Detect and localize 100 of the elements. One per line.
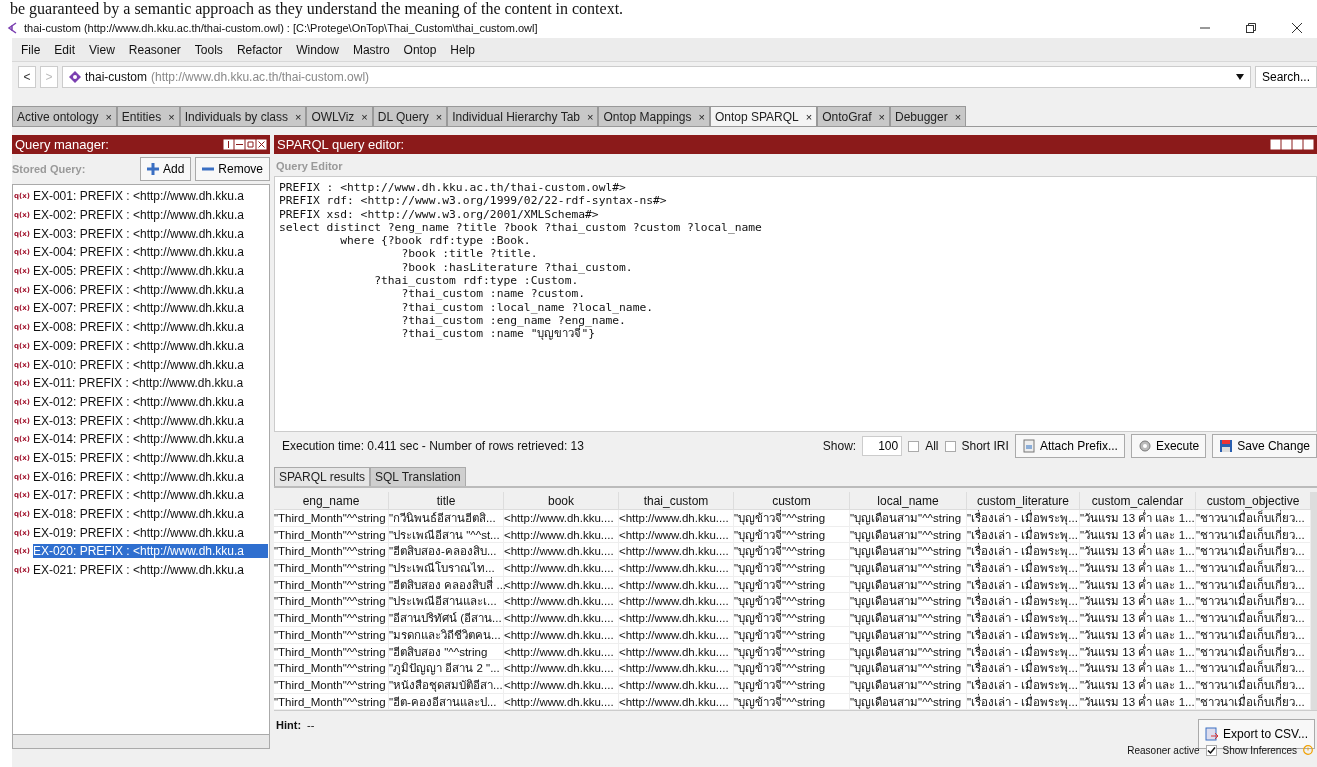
tab[interactable]: Entities ×	[116, 106, 180, 126]
query-item[interactable]: EX-014: PREFIX : <http://www.dh.kku.a	[32, 432, 268, 447]
toolbar-button[interactable]: Save Change	[1212, 434, 1317, 458]
table-cell: "บุญเดือนสาม"^^string	[850, 693, 967, 711]
menu-item[interactable]: Ontop	[396, 42, 444, 57]
toolbar-button[interactable]: Attach Prefix...	[1014, 434, 1125, 458]
query-item[interactable]: EX-018: PREFIX : <http://www.dh.kku.a	[32, 507, 268, 522]
column-header[interactable]: title	[389, 492, 504, 510]
menu-item[interactable]: Window	[289, 42, 346, 57]
menu-item[interactable]: View	[82, 42, 122, 57]
all-checkbox[interactable]	[908, 440, 920, 452]
tab[interactable]: OntoGraf ×	[817, 106, 890, 126]
query-item[interactable]: EX-019: PREFIX : <http://www.dh.kku.a	[32, 525, 268, 540]
app-logo-icon	[6, 22, 18, 34]
short-iri-checkbox[interactable]	[944, 440, 956, 452]
table-cell: "เรื่องเล่า - เมื่อพระพุ...	[967, 560, 1080, 577]
table-cell: "ชาวนาเมื่อเก็บเกี่ยว...	[1196, 626, 1311, 644]
query-item[interactable]: EX-012: PREFIX : <http://www.dh.kku.a	[32, 394, 268, 409]
table-cell: "วันแรม 13 ค่ำ และ 1...	[1080, 576, 1196, 594]
table-cell: "Third_Month"^^string	[274, 643, 389, 661]
table-cell: <http://www.dh.kku....	[504, 660, 619, 677]
short-iri-label: Short IRI	[961, 439, 1009, 453]
query-item[interactable]: EX-006: PREFIX : <http://www.dh.kku.a	[32, 282, 268, 297]
table-cell: <http://www.dh.kku....	[619, 576, 734, 594]
query-item[interactable]: EX-017: PREFIX : <http://www.dh.kku.a	[32, 488, 268, 503]
menu-item[interactable]: Refactor	[229, 42, 290, 57]
back-button[interactable]: <	[18, 66, 36, 88]
table-cell: "บุญเดือนสาม"^^string	[850, 676, 967, 694]
query-item[interactable]: EX-010: PREFIX : <http://www.dh.kku.a	[32, 357, 268, 372]
query-item[interactable]: EX-011: PREFIX : <http://www.dh.kku.a	[32, 376, 268, 391]
tab[interactable]: DL Query ×	[372, 106, 448, 126]
toolbar-button[interactable]: Execute	[1130, 434, 1207, 458]
table-cell: <http://www.dh.kku....	[504, 510, 619, 527]
panel-controls-icon	[223, 138, 267, 151]
tab[interactable]: Ontop Mappings ×	[598, 106, 710, 126]
tab[interactable]: Debugger ×	[890, 106, 967, 126]
result-tab[interactable]: SPARQL results	[274, 467, 371, 486]
query-item[interactable]: EX-001: PREFIX : <http://www.dh.kku.a	[32, 189, 268, 204]
scrollbar[interactable]	[12, 735, 270, 749]
column-header[interactable]: book	[504, 492, 619, 510]
remove-button[interactable]: Remove	[195, 157, 270, 181]
tab[interactable]: Active ontology ×	[12, 106, 117, 126]
column-header[interactable]: custom_calendar	[1080, 492, 1196, 510]
ontology-selector[interactable]: thai-custom (http://www.dh.kku.ac.th/thai-custom.owl)	[62, 66, 1251, 88]
search-button[interactable]: Search...	[1254, 66, 1317, 88]
show-inferences-checkbox[interactable]	[1205, 744, 1217, 756]
tab[interactable]: Ontop SPARQL ×	[709, 106, 818, 126]
menu-item[interactable]: Tools	[187, 42, 230, 57]
query-item[interactable]: EX-003: PREFIX : <http://www.dh.kku.a	[32, 226, 268, 241]
table-cell: "Third_Month"^^string	[274, 660, 389, 677]
add-button[interactable]: Add	[139, 157, 192, 181]
query-item[interactable]: EX-013: PREFIX : <http://www.dh.kku.a	[32, 413, 268, 428]
query-item[interactable]: EX-021: PREFIX : <http://www.dh.kku.a	[32, 563, 268, 578]
table-cell: "Third_Month"^^string	[274, 510, 389, 527]
table-cell: "Third_Month"^^string	[274, 526, 389, 544]
query-item[interactable]: EX-015: PREFIX : <http://www.dh.kku.a	[32, 450, 268, 465]
table-cell: <http://www.dh.kku....	[504, 543, 619, 561]
column-header[interactable]: custom_literature	[967, 492, 1080, 510]
query-editor[interactable]: PREFIX : <http://www.dh.kku.ac.th/thai-custom.owl#> PREFIX rdf: <http://www.w3.org/1999/02/22-rdf-syntax-ns#> PREFIX xsd: <http://www.w3.org/2001/XMLSchema#> select distinct ?eng_name ?title ?book ?thai_custom ?custom ?local_name where {?book rdf:type :Book. ?book :title ?title. ?book :hasLiterature ?thai_custom. ?thai_custom rdf:type :Custom. ?thai_custom :name ?custom. ?thai_custom :local_name ?local_name. ?thai_custom :eng_name ?eng_name. ?thai_custom :name "บุญขาวจี่"}	[274, 176, 1317, 432]
row-limit-field[interactable]: 100	[862, 436, 903, 456]
menu-item[interactable]: Reasoner	[121, 42, 188, 57]
table-cell: "Third_Month"^^string	[274, 693, 389, 711]
query-item[interactable]: EX-016: PREFIX : <http://www.dh.kku.a	[32, 469, 268, 484]
table-cell: "บุญข้าวจี่"^^string	[734, 643, 850, 661]
column-header[interactable]: local_name	[850, 492, 967, 510]
column-header[interactable]: thai_custom	[619, 492, 734, 510]
query-item[interactable]: EX-005: PREFIX : <http://www.dh.kku.a	[32, 264, 268, 279]
query-item[interactable]: EX-008: PREFIX : <http://www.dh.kku.a	[32, 320, 268, 335]
tab[interactable]: OWLViz ×	[306, 106, 373, 126]
column-header[interactable]: eng_name	[274, 492, 389, 510]
table-cell: <http://www.dh.kku....	[504, 593, 619, 611]
table-cell: "อีสานปริทัศน์ (อีสาน...	[389, 610, 504, 627]
table-cell: "เรื่องเล่า - เมื่อพระพุ...	[967, 543, 1080, 561]
table-cell: "บุญข้าวจี่"^^string	[734, 693, 850, 711]
tab[interactable]: Individuals by class ×	[179, 106, 307, 126]
menu-item[interactable]: Edit	[47, 42, 83, 57]
query-item[interactable]: EX-007: PREFIX : <http://www.dh.kku.a	[32, 301, 268, 316]
table-cell: "บุญเดือนสาม"^^string	[850, 543, 967, 561]
table-cell: "เรื่องเล่า - เมื่อพระพุ...	[967, 626, 1080, 644]
table-cell: "บุญเดือนสาม"^^string	[850, 560, 967, 577]
hint-text: --	[307, 719, 316, 732]
menu-item[interactable]: Mastro	[345, 42, 397, 57]
document-caption: be guaranteed by a semantic approach as they understand the meaning of the content in context.	[9, 0, 625, 18]
tab[interactable]: Individual Hierarchy Tab ×	[447, 106, 599, 126]
window-title: thai-custom (http://www.dh.kku.ac.th/thai-custom.owl) : [C:\Protege\OnTop\Thai_Custom\thai_custom.owl]	[24, 22, 539, 34]
query-item[interactable]: EX-020: PREFIX : <http://www.dh.kku.a	[32, 544, 268, 559]
table-cell: "บุญข้าวจี่"^^string	[734, 626, 850, 644]
query-item[interactable]: EX-004: PREFIX : <http://www.dh.kku.a	[32, 245, 268, 260]
query-item[interactable]: EX-002: PREFIX : <http://www.dh.kku.a	[32, 208, 268, 223]
export-icon	[1205, 727, 1220, 742]
menu-item[interactable]: Help	[443, 42, 482, 57]
column-header[interactable]: custom_objective	[1196, 492, 1311, 510]
menu-item[interactable]: File	[14, 42, 48, 57]
table-cell: <http://www.dh.kku....	[504, 526, 619, 544]
table-cell: "Third_Month"^^string	[274, 576, 389, 594]
table-cell: "เรื่องเล่า - เมื่อพระพุ...	[967, 643, 1080, 661]
result-tab[interactable]: SQL Translation	[370, 467, 466, 486]
query-item[interactable]: EX-009: PREFIX : <http://www.dh.kku.a	[32, 338, 268, 353]
table-cell: <http://www.dh.kku....	[619, 676, 734, 694]
column-header[interactable]: custom	[734, 492, 850, 510]
